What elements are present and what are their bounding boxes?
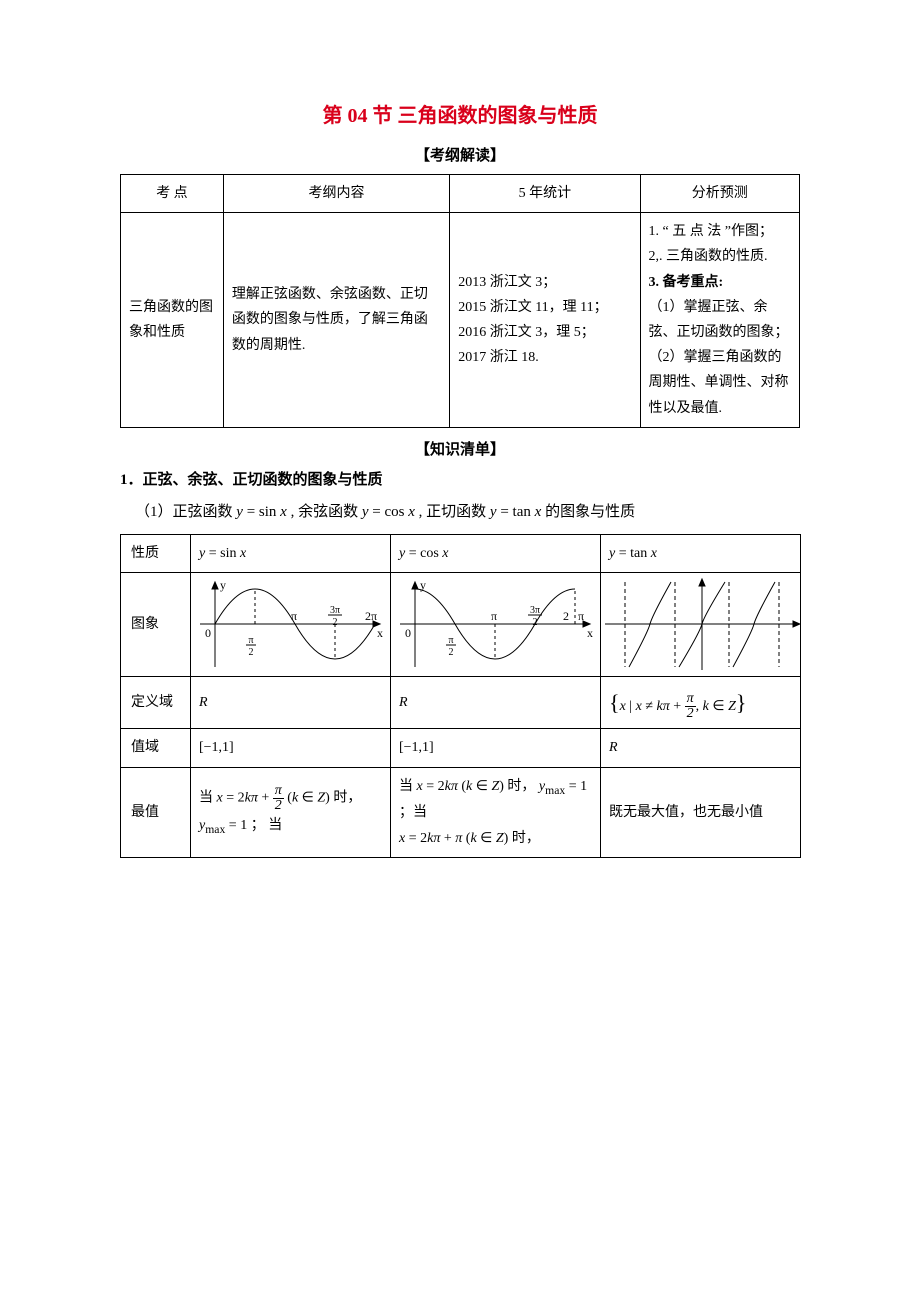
stat-line: 2017 浙江 18. (458, 345, 631, 370)
analysis-line: 3. 备考重点: (649, 270, 791, 295)
cell-tan-domain: {x | x ≠ kπ + π2, k ∈ Z} (601, 676, 801, 729)
subline-text: （1）正弦函数 (135, 504, 236, 520)
table-row-graph: 图象 0 y x π 2π π (121, 572, 801, 676)
svg-text:y: y (420, 578, 426, 592)
svg-text:3π: 3π (330, 605, 340, 616)
th-stats: 5 年统计 (450, 175, 640, 213)
svg-text:π: π (248, 635, 253, 646)
svg-text:π: π (578, 609, 584, 623)
analysis-line: （1）掌握正弦、余弦、正切函数的图象； (649, 295, 791, 345)
svg-text:2: 2 (333, 617, 338, 628)
cell-cos-range: [−1,1] (391, 729, 601, 767)
svg-text:π: π (448, 635, 453, 646)
cell-sin-range: [−1,1] (191, 729, 391, 767)
stat-line: 2013 浙江文 3； (458, 270, 631, 295)
th-analysis: 分析预测 (640, 175, 799, 213)
cell-tan-range: R (601, 729, 801, 767)
cell-graph-label: 图象 (121, 572, 191, 676)
svg-text:2: 2 (533, 617, 538, 628)
syllabus-table: 考 点 考纲内容 5 年统计 分析预测 三角函数的图象和性质 理解正弦函数、余弦… (120, 174, 800, 428)
cell-stats: 2013 浙江文 3； 2015 浙江文 11，理 11； 2016 浙江文 3… (450, 213, 640, 428)
analysis-line: 1. “ 五 点 法 ”作图； (649, 219, 791, 244)
cell-sin-extreme: 当 x = 2kπ + π2 (k ∈ Z) 时， ymax = 1 ； 当 (191, 767, 391, 857)
svg-text:x: x (377, 626, 383, 640)
svg-text:0: 0 (405, 626, 411, 640)
properties-table: 性质 y = sin x y = cos x y = tan x 图象 0 y (120, 534, 801, 858)
table-row: 性质 y = sin x y = cos x y = tan x (121, 534, 801, 572)
svg-text:3π: 3π (530, 605, 540, 616)
svg-text:0: 0 (205, 626, 211, 640)
table-row: 三角函数的图象和性质 理解正弦函数、余弦函数、正切函数的图象与性质，了解三角函数… (121, 213, 800, 428)
cell-range-label: 值域 (121, 729, 191, 767)
cell-tan-extreme: 既无最大值，也无最小值 (601, 767, 801, 857)
svg-text:2: 2 (249, 647, 254, 658)
cell-sin-domain: R (191, 676, 391, 729)
subheading-functions: （1）正弦函数 y = sin x , 余弦函数 y = cos x , 正切函… (120, 500, 800, 524)
section-zsqd: 【知识清单】 (120, 438, 800, 462)
cell-sin-graph: 0 y x π 2π π 2 3π 2 (191, 572, 391, 676)
table-header-row: 考 点 考纲内容 5 年统计 分析预测 (121, 175, 800, 213)
svg-text:π: π (291, 609, 297, 623)
cos-graph-icon: 0 y x π 2 π π 2 3π 2 (395, 577, 600, 672)
svg-text:π: π (491, 609, 497, 623)
heading-functions: 1．正弦、余弦、正切函数的图象与性质 (120, 468, 800, 492)
page-title: 第 04 节 三角函数的图象与性质 (120, 100, 800, 132)
cell-tan-graph (601, 572, 801, 676)
cell-extreme-label: 最值 (121, 767, 191, 857)
svg-text:x: x (587, 626, 593, 640)
analysis-line: 2,. 三角函数的性质. (649, 244, 791, 269)
cell-cos-extreme: 当 x = 2kπ (k ∈ Z) 时， ymax = 1 ；当 x = 2kπ… (391, 767, 601, 857)
analysis-line: （2）掌握三角函数的周期性、单调性、对称性以及最值. (649, 345, 791, 421)
svg-text:y: y (220, 578, 226, 592)
th-kp: 考 点 (121, 175, 224, 213)
svg-text:2: 2 (449, 647, 454, 658)
cell-cos-head: y = cos x (391, 534, 601, 572)
cell-cos-domain: R (391, 676, 601, 729)
cell-content: 理解正弦函数、余弦函数、正切函数的图象与性质，了解三角函数的周期性. (223, 213, 449, 428)
cell-domain-label: 定义域 (121, 676, 191, 729)
cell-tan-head: y = tan x (601, 534, 801, 572)
cell-analysis: 1. “ 五 点 法 ”作图； 2,. 三角函数的性质. 3. 备考重点: （1… (640, 213, 799, 428)
th-content: 考纲内容 (223, 175, 449, 213)
section-kgjd: 【考纲解读】 (120, 144, 800, 168)
cell-sin-head: y = sin x (191, 534, 391, 572)
cell-prop-label: 性质 (121, 534, 191, 572)
table-row-extreme: 最值 当 x = 2kπ + π2 (k ∈ Z) 时， ymax = 1 ； … (121, 767, 801, 857)
cell-kp: 三角函数的图象和性质 (121, 213, 224, 428)
stat-line: 2016 浙江文 3，理 5； (458, 320, 631, 345)
table-row-range: 值域 [−1,1] [−1,1] R (121, 729, 801, 767)
sin-graph-icon: 0 y x π 2π π 2 3π 2 (195, 577, 390, 672)
tan-graph-icon (605, 577, 800, 672)
table-row-domain: 定义域 R R {x | x ≠ kπ + π2, k ∈ Z} (121, 676, 801, 729)
svg-text:2π: 2π (365, 609, 377, 623)
svg-text:2: 2 (563, 609, 569, 623)
cell-cos-graph: 0 y x π 2 π π 2 3π 2 (391, 572, 601, 676)
stat-line: 2015 浙江文 11，理 11； (458, 295, 631, 320)
